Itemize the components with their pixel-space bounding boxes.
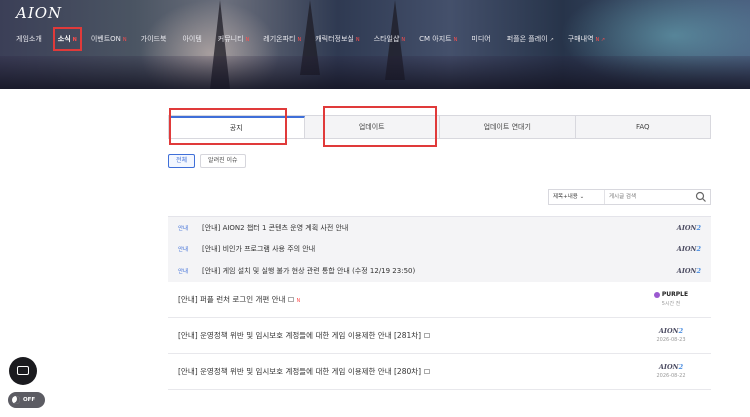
nav-item-media[interactable]: 미디어 — [471, 32, 492, 46]
search-bar: 제목+내용 ⌄ — [548, 189, 711, 205]
nav-item-character[interactable]: 캐릭터정보실 N — [315, 32, 359, 46]
filter-all[interactable]: 전체 — [168, 154, 196, 168]
aion2-logo: AION2 — [676, 266, 701, 275]
nav-item-cm[interactable]: CM 아지트 N — [419, 32, 457, 46]
post-title[interactable]: [안내] 퍼플 런처 로그인 개편 안내 N — [178, 294, 641, 305]
highlight-box — [169, 108, 287, 145]
post-date: 2026-08-22 — [656, 373, 686, 379]
theme-toggle[interactable]: OFF — [8, 392, 45, 408]
pinned-notices: 안내 [안내] AION2 챕터 1 콘텐츠 운영 계획 사전 안내 AION2… — [168, 216, 711, 282]
notice-list: 안내 [안내] AION2 챕터 1 콘텐츠 운영 계획 사전 안내 AION2… — [168, 216, 711, 390]
nav-item-purchase[interactable]: 구매내역 N ↗ — [568, 32, 605, 46]
aion2-logo: AION2 — [658, 363, 684, 371]
document-icon — [288, 297, 295, 302]
nav-item-intro[interactable]: 게임소개 — [16, 32, 44, 46]
highlight-box — [323, 106, 437, 147]
pinned-row[interactable]: 안내 [안내] AION2 챕터 1 콘텐츠 운영 계획 사전 안내 AION2 — [168, 217, 711, 239]
chat-button[interactable] — [9, 357, 37, 385]
filter-chips: 전체 알려진 이슈 — [168, 154, 246, 168]
nav-item-legion[interactable]: 레기온파티 N — [263, 32, 301, 46]
document-icon — [424, 333, 431, 338]
new-badge: N — [296, 297, 301, 304]
post-title[interactable]: [안내] 운영정책 위반 및 임시보호 계정들에 대한 게임 이용제한 안내 [… — [178, 330, 641, 341]
notice-tag: 안내 — [178, 225, 189, 232]
post-meta: AION2 2026-08-22 — [641, 363, 701, 379]
nav-item-purple-play[interactable]: 퍼플온 플레이 ↗ — [507, 32, 554, 46]
notice-title[interactable]: [안내] 게임 설치 및 실행 불가 현상 관련 통합 안내 (수정 12/19… — [202, 266, 677, 276]
filter-known-issues[interactable]: 알려진 이슈 — [200, 154, 246, 168]
search-scope-select[interactable]: 제목+내용 ⌄ — [549, 190, 605, 204]
document-icon — [424, 369, 431, 374]
nav-item-community[interactable]: 커뮤니티 N — [218, 32, 250, 46]
aion2-logo: AION2 — [658, 327, 684, 335]
nav-item-news[interactable]: 소식 N — [52, 27, 82, 51]
nav-item-events[interactable]: 이벤트ON N — [91, 32, 127, 46]
post-meta: PURPLE 5시간 전 — [641, 291, 701, 307]
toggle-label: OFF — [23, 397, 36, 403]
nav-item-items[interactable]: 아이템 — [182, 32, 203, 46]
post-title[interactable]: [안내] 운영정책 위반 및 임시보호 계정들에 대한 게임 이용제한 안내 [… — [178, 366, 641, 377]
banner-band — [0, 56, 750, 89]
notice-tag: 안내 — [178, 247, 189, 254]
main-nav: 게임소개 소식 N 이벤트ON N 가이드북 아이템 커뮤니티 N 레기온파티 N 캐릭… — [16, 27, 605, 51]
purple-logo: PURPLE — [641, 291, 701, 298]
tab-faq[interactable]: FAQ — [576, 116, 711, 138]
chat-bubble-icon — [17, 366, 29, 375]
notice-tag: 안내 — [178, 268, 189, 275]
post-meta: AION2 2026-08-23 — [641, 327, 701, 343]
notice-title[interactable]: [안내] AION2 챕터 1 콘텐츠 운영 계획 사전 안내 — [202, 223, 677, 233]
moon-icon — [12, 396, 20, 404]
post-row[interactable]: [안내] 운영정책 위반 및 임시보호 계정들에 대한 게임 이용제한 안내 [… — [168, 318, 711, 354]
purple-dot-icon — [653, 291, 660, 298]
search-input[interactable] — [605, 190, 695, 204]
aion2-logo: AION2 — [676, 245, 701, 254]
header-banner: AION 게임소개 소식 N 이벤트ON N 가이드북 아이템 커뮤니티 N 레기온파… — [0, 0, 750, 89]
post-date: 2026-08-23 — [656, 337, 686, 343]
tab-update-history[interactable]: 업데이트 연대기 — [440, 116, 576, 138]
post-row[interactable]: [안내] 운영정책 위반 및 임시보호 계정들에 대한 게임 이용제한 안내 [… — [168, 354, 711, 390]
nav-item-style-shop[interactable]: 스타일샵 N — [374, 32, 406, 46]
aion2-logo: AION2 — [676, 223, 701, 232]
search-icon[interactable] — [695, 191, 707, 203]
aion-logo[interactable]: AION — [16, 4, 62, 22]
post-date: 5시간 전 — [661, 301, 681, 307]
pinned-row[interactable]: 안내 [안내] 비인가 프로그램 사용 주의 안내 AION2 — [168, 239, 711, 261]
post-row[interactable]: [안내] 퍼플 런처 로그인 개편 안내 N PURPLE 5시간 전 — [168, 282, 711, 318]
notice-title[interactable]: [안내] 비인가 프로그램 사용 주의 안내 — [202, 244, 677, 254]
pinned-row[interactable]: 안내 [안내] 게임 설치 및 실행 불가 현상 관련 통합 안내 (수정 12… — [168, 260, 711, 282]
nav-item-guide[interactable]: 가이드북 — [141, 32, 169, 46]
